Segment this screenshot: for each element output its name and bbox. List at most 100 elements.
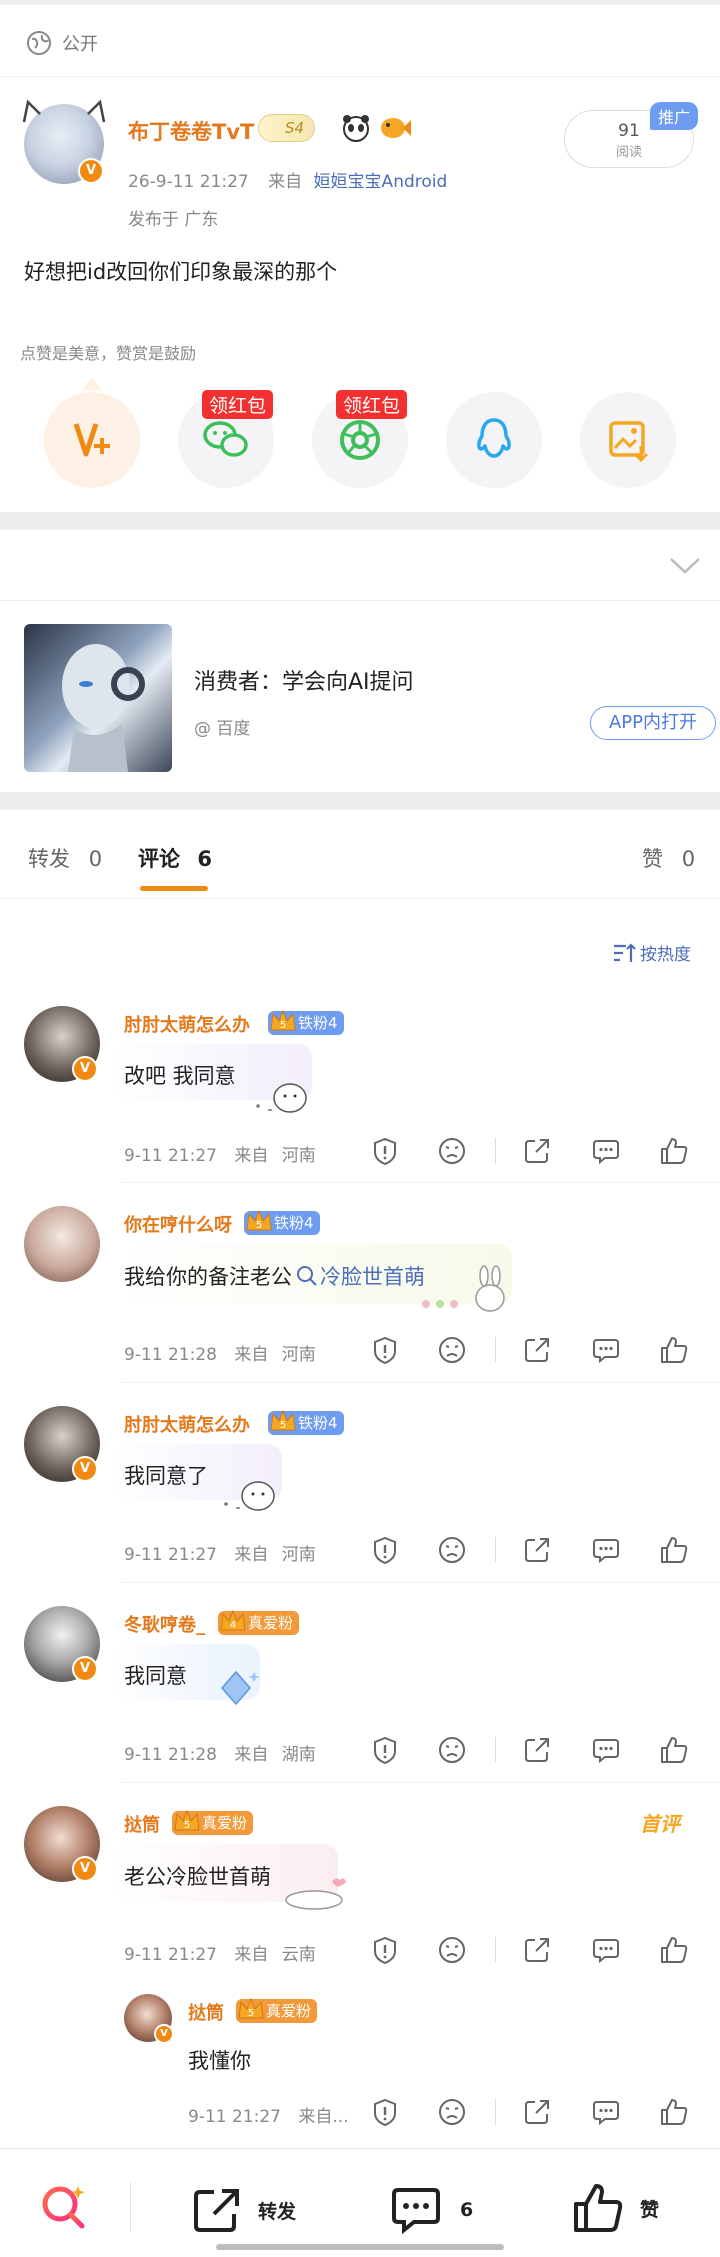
- report-icon[interactable]: [370, 1535, 400, 1565]
- bottom-like-button[interactable]: 赞: [572, 2182, 659, 2234]
- like-icon[interactable]: [659, 2097, 689, 2127]
- dislike-icon[interactable]: [437, 1935, 467, 1965]
- comment-icon[interactable]: [591, 1535, 621, 1565]
- post-time-text: 26-9-11 21:27: [128, 172, 249, 192]
- promo-tag: 推广: [650, 102, 699, 130]
- ad-image[interactable]: [24, 624, 172, 772]
- like-icon[interactable]: [659, 1935, 689, 1965]
- tab-comments-count: 6: [197, 847, 212, 871]
- tab-comments[interactable]: 评论 6: [138, 843, 212, 873]
- search-keyword-link[interactable]: 冷脸世首萌: [320, 1265, 425, 1289]
- comment-text: 我给你的备注老公 冷脸世首萌: [124, 1261, 425, 1291]
- red-packet-tag-2[interactable]: 领红包: [336, 390, 408, 419]
- app-open-button[interactable]: APP内打开: [590, 706, 716, 740]
- comment-meta: 9-11 21:27 来自 云南: [124, 1940, 316, 1965]
- dislike-icon[interactable]: [437, 1535, 467, 1565]
- reward-button[interactable]: [44, 392, 140, 488]
- level-badge-text: S4: [285, 119, 305, 137]
- tab-comments-label: 评论: [138, 847, 180, 871]
- share-icon[interactable]: [522, 1535, 552, 1565]
- tab-likes[interactable]: 赞 0: [642, 843, 695, 873]
- report-icon[interactable]: [370, 1935, 400, 1965]
- svg-text:5: 5: [280, 1420, 286, 1431]
- reply-name[interactable]: 挞筒: [188, 1999, 224, 2025]
- robot-head-icon: [62, 644, 145, 772]
- dislike-icon[interactable]: [437, 1335, 467, 1365]
- fish-icon: [381, 118, 411, 138]
- share-icon[interactable]: [522, 1735, 552, 1765]
- comment-source: 来自: [234, 1545, 269, 1565]
- dislike-icon[interactable]: [437, 2097, 467, 2127]
- comment-meta: 9-11 21:28 来自 河南: [124, 1340, 316, 1365]
- divider: [122, 1382, 720, 1383]
- comment-time: 9-11 21:27: [124, 1146, 217, 1166]
- bottom-repost-button[interactable]: 转发: [192, 2186, 296, 2234]
- red-packet-tag-1[interactable]: 领红包: [202, 390, 274, 419]
- comment-text: 改吧 我同意: [124, 1064, 236, 1088]
- post-source-link[interactable]: 姮姮宝宝Android: [314, 172, 448, 192]
- like-icon[interactable]: [659, 1735, 689, 1765]
- commenter-name[interactable]: 你在哼什么呀: [124, 1211, 232, 1237]
- diamond-decoration-icon: [221, 1670, 260, 1706]
- comment-meta: 9-11 21:27 来自 河南: [124, 1540, 316, 1565]
- report-icon[interactable]: [370, 2097, 400, 2127]
- like-icon[interactable]: [659, 1335, 689, 1365]
- crown-icon: 5: [238, 1997, 264, 2019]
- comment-source: 来自: [234, 1345, 269, 1365]
- comment-icon[interactable]: [591, 1335, 621, 1365]
- commenter-avatar[interactable]: [24, 1206, 100, 1282]
- crown-icon: 4: [220, 1609, 246, 1631]
- commenter-name[interactable]: 挞筒: [124, 1811, 160, 1837]
- share-icon[interactable]: [522, 1136, 552, 1166]
- dislike-icon[interactable]: [437, 1136, 467, 1166]
- report-icon[interactable]: [370, 1335, 400, 1365]
- report-icon[interactable]: [370, 1735, 400, 1765]
- top-divider: [0, 0, 720, 5]
- crown-icon: 5: [270, 1009, 296, 1031]
- bottom-comment-count: 6: [460, 2199, 474, 2221]
- share-icon[interactable]: [522, 2097, 552, 2127]
- commenter-name[interactable]: 肘肘太萌怎么办: [124, 1011, 250, 1037]
- ad-title[interactable]: 消费者：学会向AI提问: [194, 664, 414, 696]
- reply-time: 9-11 21:27: [188, 2107, 281, 2127]
- comment-icon[interactable]: [591, 1935, 621, 1965]
- like-icon[interactable]: [659, 1136, 689, 1166]
- svg-text:4: 4: [230, 1620, 236, 1631]
- sort-button[interactable]: 按热度: [612, 940, 691, 965]
- action-separator: [495, 1737, 496, 1763]
- search-icon[interactable]: [296, 1265, 318, 1287]
- fan-badge-label: 真爱粉: [266, 2002, 312, 2020]
- post-text: 好想把id改回你们印象最深的那个: [24, 260, 338, 284]
- comment-icon[interactable]: [591, 1735, 621, 1765]
- share-icon[interactable]: [522, 1935, 552, 1965]
- report-icon[interactable]: [370, 1136, 400, 1166]
- cat-decoration-icon: [285, 1878, 346, 1910]
- comment-icon[interactable]: [591, 1136, 621, 1166]
- comment-icon[interactable]: [591, 2097, 621, 2127]
- fan-badge-label: 铁粉4: [298, 1014, 338, 1032]
- qq-icon: [477, 418, 511, 458]
- share-icon[interactable]: [522, 1335, 552, 1365]
- first-comment-tag: 首评: [640, 1812, 680, 1836]
- qq-share-button[interactable]: [446, 392, 542, 488]
- like-icon[interactable]: [659, 1535, 689, 1565]
- comment-time: 9-11 21:28: [124, 1745, 217, 1765]
- bottom-comment-button[interactable]: 6: [390, 2186, 473, 2234]
- commenter-name[interactable]: 肘肘太萌怎么办: [124, 1411, 250, 1437]
- author-name[interactable]: 布丁卷卷TvT: [128, 116, 254, 146]
- commenter-name[interactable]: 冬耿哼卷_: [124, 1611, 205, 1637]
- avatar-frame-icon: [22, 99, 106, 123]
- fan-badge: 5 铁粉4: [268, 1009, 344, 1035]
- reward-tip: 点赞是美意，赞赏是鼓励: [20, 344, 197, 363]
- ai-search-icon[interactable]: [38, 2180, 92, 2234]
- level-badge: S4: [258, 114, 316, 142]
- post-time: 26-9-11 21:27 来自 姮姮宝宝Android: [128, 167, 447, 192]
- visibility-label: 公开: [62, 34, 98, 55]
- tab-repost[interactable]: 转发 0: [28, 843, 102, 873]
- wechat-icon: [203, 421, 248, 457]
- dislike-icon[interactable]: [437, 1735, 467, 1765]
- section-divider: [0, 512, 720, 530]
- reward-arrow: [82, 378, 102, 390]
- save-image-button[interactable]: [580, 392, 676, 488]
- chevron-down-icon[interactable]: [668, 555, 702, 577]
